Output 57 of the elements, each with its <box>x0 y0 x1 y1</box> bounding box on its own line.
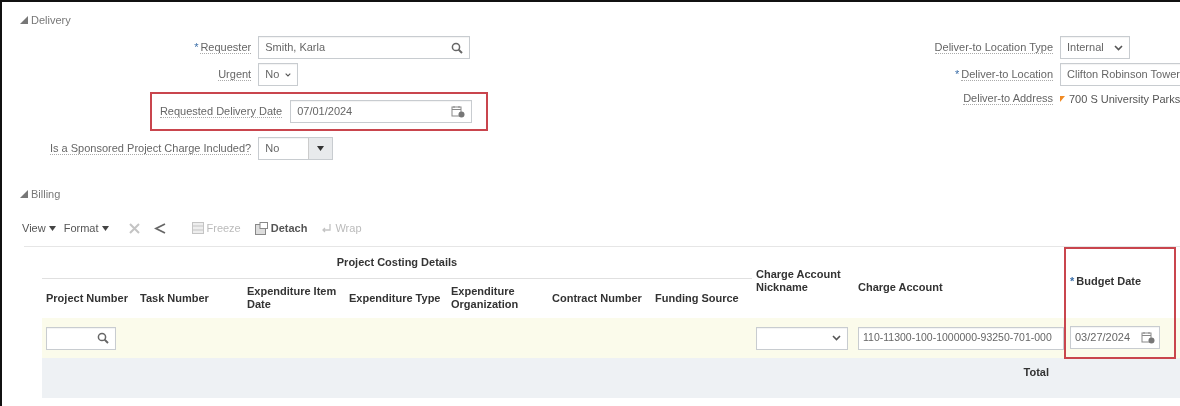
calendar-icon <box>1141 331 1155 344</box>
caret-icon <box>285 71 292 78</box>
column-header: Expenditure Item Date <box>243 278 345 318</box>
calendar-icon <box>451 105 466 118</box>
search-icon <box>97 332 109 344</box>
column-header: Expenditure Type <box>345 278 447 318</box>
field-label: Is a Sponsored Project Charge Included? <box>50 141 252 157</box>
window-icon <box>254 221 268 235</box>
column-header: Project Number <box>42 278 136 318</box>
select-field[interactable]: Internal <box>1060 36 1130 59</box>
column-header: Charge Account <box>854 248 1065 318</box>
field-label: Requested Delivery Date <box>159 104 283 120</box>
search-field[interactable]: Smith, Karla <box>258 36 471 59</box>
share-button[interactable] <box>153 222 166 234</box>
collapse-icon <box>20 190 28 198</box>
field-label: Deliver-to Location Type <box>934 40 1053 56</box>
column-header: Contract Number <box>548 278 651 318</box>
field-label: * Deliver-to Location <box>954 67 1053 83</box>
select-field[interactable]: No <box>258 63 299 86</box>
address-text: 700 S University Parks <box>1069 91 1180 107</box>
total-label: Total <box>1023 366 1049 378</box>
select-field[interactable]: No <box>258 137 334 160</box>
caret-icon <box>101 225 109 231</box>
toolbar-button[interactable]: Detach <box>254 219 308 237</box>
caret-icon <box>1114 44 1123 51</box>
input-field[interactable]: Clifton Robinson Tower <box>1060 63 1180 86</box>
caret-icon <box>317 146 325 151</box>
required-mark: * <box>194 41 199 54</box>
menu-button[interactable]: View <box>22 219 56 237</box>
column-group-header: Project Costing Details <box>42 248 752 278</box>
section-header[interactable]: Billing <box>20 184 61 204</box>
required-mark: * <box>1070 275 1075 287</box>
wrap-icon <box>321 222 333 234</box>
section-header[interactable]: Delivery <box>20 10 71 30</box>
column-label: Budget Date <box>1076 275 1142 287</box>
field-label: Deliver-to Address <box>962 91 1053 107</box>
input-field[interactable]: 110-11300-100-1000000-93250-701-000 <box>858 326 1064 350</box>
column-header: Charge Account Nickname <box>752 248 854 318</box>
search-icon <box>451 41 464 54</box>
table-icon <box>191 222 204 234</box>
search-field[interactable] <box>46 326 116 350</box>
share-icon <box>153 222 166 234</box>
flag-icon <box>1060 96 1065 102</box>
field-label: Urgent <box>217 67 252 83</box>
column-header: Funding Source <box>651 278 752 318</box>
menu-button[interactable]: Format <box>63 219 109 237</box>
column-header: Expenditure Organization <box>447 278 548 318</box>
date-field[interactable]: 07/01/2024 <box>290 100 473 123</box>
column-header: Task Number <box>136 278 243 318</box>
field-label: * Requester <box>193 40 252 56</box>
select-field[interactable] <box>756 326 848 350</box>
close-icon <box>128 222 140 234</box>
caret-icon <box>48 225 56 231</box>
caret-icon <box>832 335 841 341</box>
required-mark: * <box>955 68 960 81</box>
collapse-icon <box>20 16 28 24</box>
date-field[interactable]: 03/27/2024 <box>1070 326 1160 349</box>
